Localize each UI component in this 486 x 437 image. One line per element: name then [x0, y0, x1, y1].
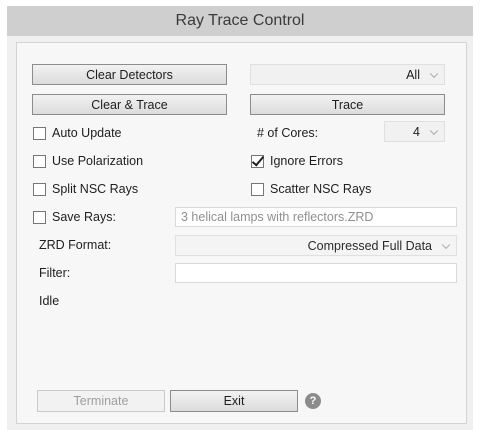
use-polarization-label: Use Polarization — [52, 154, 144, 168]
status-text: Idle — [39, 294, 60, 308]
zrd-format-value: Compressed Full Data — [307, 238, 432, 253]
cores-label: # of Cores: — [257, 126, 319, 140]
clear-and-trace-button[interactable]: Clear & Trace — [32, 94, 227, 115]
use-polarization-checkbox-box[interactable] — [33, 154, 46, 168]
chevron-down-icon — [441, 240, 451, 249]
zrd-format-dropdown[interactable]: Compressed Full Data — [175, 235, 457, 256]
clear-detectors-button[interactable]: Clear Detectors — [32, 64, 227, 85]
exit-button[interactable]: Exit — [170, 390, 298, 412]
chevron-down-icon — [429, 126, 439, 135]
chevron-down-icon — [429, 69, 439, 78]
help-icon[interactable]: ? — [305, 393, 321, 409]
use-polarization-checkbox[interactable]: Use Polarization — [33, 152, 143, 170]
scatter-nsc-rays-checkbox-box[interactable] — [251, 182, 264, 196]
filter-input[interactable] — [175, 263, 457, 283]
ignore-errors-checkbox-box[interactable] — [251, 152, 265, 168]
zrd-format-label: ZRD Format: — [39, 238, 112, 252]
checkmark-icon — [251, 152, 265, 167]
save-rays-label: Save Rays: — [52, 210, 116, 224]
cores-dropdown[interactable]: 4 — [384, 121, 445, 142]
scatter-nsc-rays-checkbox[interactable]: Scatter NSC Rays — [251, 180, 371, 198]
dialog-body: Clear Detectors All Clear & Trace Trace … — [16, 42, 467, 424]
split-nsc-rays-label: Split NSC Rays — [52, 182, 139, 196]
auto-update-checkbox[interactable]: Auto Update — [33, 124, 122, 142]
window-title: Ray Trace Control — [7, 6, 473, 36]
auto-update-checkbox-box[interactable] — [33, 126, 46, 140]
trace-button[interactable]: Trace — [250, 94, 445, 115]
terminate-button[interactable]: Terminate — [37, 390, 165, 412]
scatter-nsc-rays-label: Scatter NSC Rays — [270, 182, 372, 196]
split-nsc-rays-checkbox-box[interactable] — [33, 182, 46, 196]
ignore-errors-label: Ignore Errors — [270, 154, 343, 168]
detector-select-dropdown[interactable]: All — [250, 64, 445, 85]
save-rays-filename-field[interactable]: 3 helical lamps with reflectors.ZRD — [175, 207, 457, 227]
filter-label: Filter: — [39, 266, 71, 280]
detector-select-value: All — [406, 67, 420, 82]
auto-update-label: Auto Update — [52, 126, 122, 140]
ray-trace-control-window: Ray Trace Control Clear Detectors All Cl… — [7, 6, 473, 430]
save-rays-checkbox[interactable]: Save Rays: — [33, 208, 116, 226]
split-nsc-rays-checkbox[interactable]: Split NSC Rays — [33, 180, 138, 198]
cores-value: 4 — [413, 124, 420, 139]
ignore-errors-checkbox[interactable]: Ignore Errors — [251, 152, 343, 170]
save-rays-checkbox-box[interactable] — [33, 210, 46, 224]
